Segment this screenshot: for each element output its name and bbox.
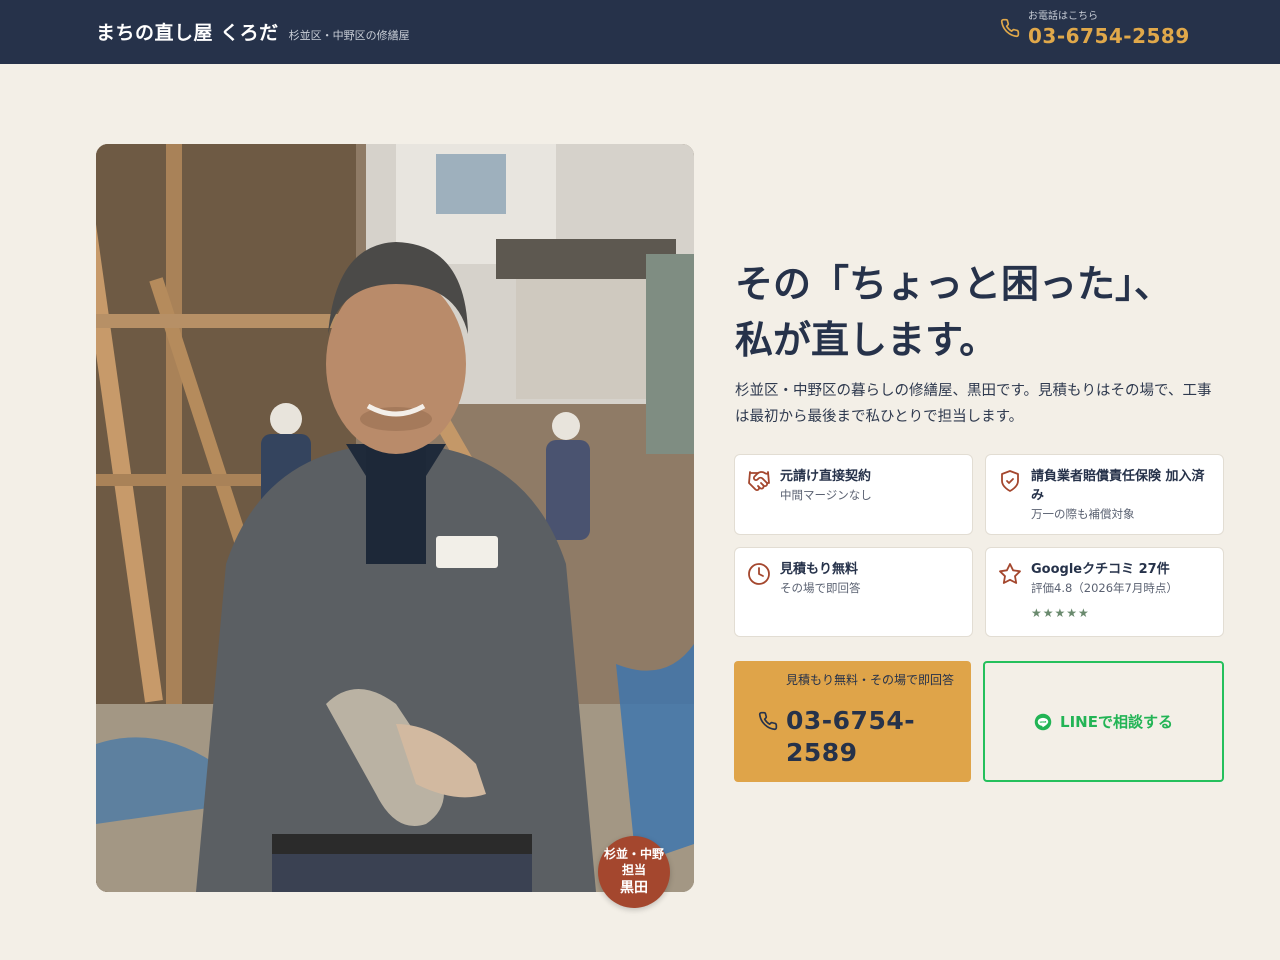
craftsman-photo-illustration <box>96 144 694 892</box>
hero-description: 杉並区・中野区の暮らしの修繕屋、黒田です。見積もりはその場で、工事は最初から最後… <box>735 383 1212 425</box>
badge-role: 担当 <box>621 863 646 877</box>
brand-tagline: 杉並区・中野区の修繕屋 <box>288 29 410 42</box>
area-staff-badge: 杉並・中野 担当 黒田 <box>598 836 670 908</box>
cta-phone-button[interactable]: 見積もり無料・その場で即回答 03-6754-2589 <box>734 661 971 782</box>
brand[interactable]: まちの直し屋 くろだ 杉並区・中野区の修繕屋 <box>96 18 410 45</box>
feature-desc: 中間マージンなし <box>780 488 872 502</box>
badge-area: 杉並・中野 <box>603 847 664 861</box>
site-header: まちの直し屋 くろだ 杉並区・中野区の修繕屋 お電話はこちら 03-6754-2… <box>0 0 1280 64</box>
feature-card-direct-contract: 元請け直接契約 中間マージンなし <box>734 454 973 535</box>
hero-photo <box>96 144 694 892</box>
cta-phone-number: 03-6754-2589 <box>786 706 916 767</box>
feature-title: Googleクチコミ 27件 <box>1031 562 1170 577</box>
star-icon <box>998 562 1022 586</box>
feature-card-reviews[interactable]: Googleクチコミ 27件 評価4.8（2026年7月時点） ★★★★★ <box>985 547 1224 637</box>
badge-name: 黒田 <box>620 880 648 896</box>
feature-desc: その場で即回答 <box>780 581 861 595</box>
cta-phone-caption: 見積もり無料・その場で即回答 <box>786 673 955 687</box>
line-chat-icon: LINE <box>1034 713 1052 731</box>
hero-title: その「ちょっと困った」、 私が直します。 <box>735 256 1235 368</box>
cta-line-button[interactable]: LINE LINEで相談する <box>983 661 1224 782</box>
feature-desc: 評価4.8（2026年7月時点） <box>1031 581 1178 595</box>
feature-title: 請負業者賠償責任保険 加入済み <box>1031 469 1205 503</box>
header-tel-number[interactable]: 03-6754-2589 <box>1028 23 1190 49</box>
brand-name[interactable]: まちの直し屋 くろだ <box>96 18 279 45</box>
cta-line-label: LINEで相談する <box>1060 713 1173 731</box>
handshake-icon <box>747 469 771 493</box>
rating-stars: ★★★★★ <box>1031 606 1090 620</box>
feature-title: 元請け直接契約 <box>780 469 872 484</box>
phone-icon <box>1000 18 1020 42</box>
shield-check-icon <box>998 469 1022 493</box>
hero-title-line-1: その「ちょっと困った」、 <box>735 262 1173 306</box>
header-tel-link[interactable]: お電話はこちら 03-6754-2589 <box>1000 10 1190 49</box>
hero-title-line-2: 私が直します。 <box>735 318 998 362</box>
feature-card-free-estimate: 見積もり無料 その場で即回答 <box>734 547 973 637</box>
feature-title: 見積もり無料 <box>780 562 859 577</box>
header-tel-caption: お電話はこちら <box>1028 11 1098 22</box>
feature-desc: 万一の際も補償対象 <box>1031 507 1135 521</box>
clock-icon <box>747 562 771 586</box>
svg-text:LINE: LINE <box>1040 719 1047 723</box>
feature-card-insurance: 請負業者賠償責任保険 加入済み 万一の際も補償対象 <box>985 454 1224 535</box>
phone-icon <box>758 711 778 731</box>
